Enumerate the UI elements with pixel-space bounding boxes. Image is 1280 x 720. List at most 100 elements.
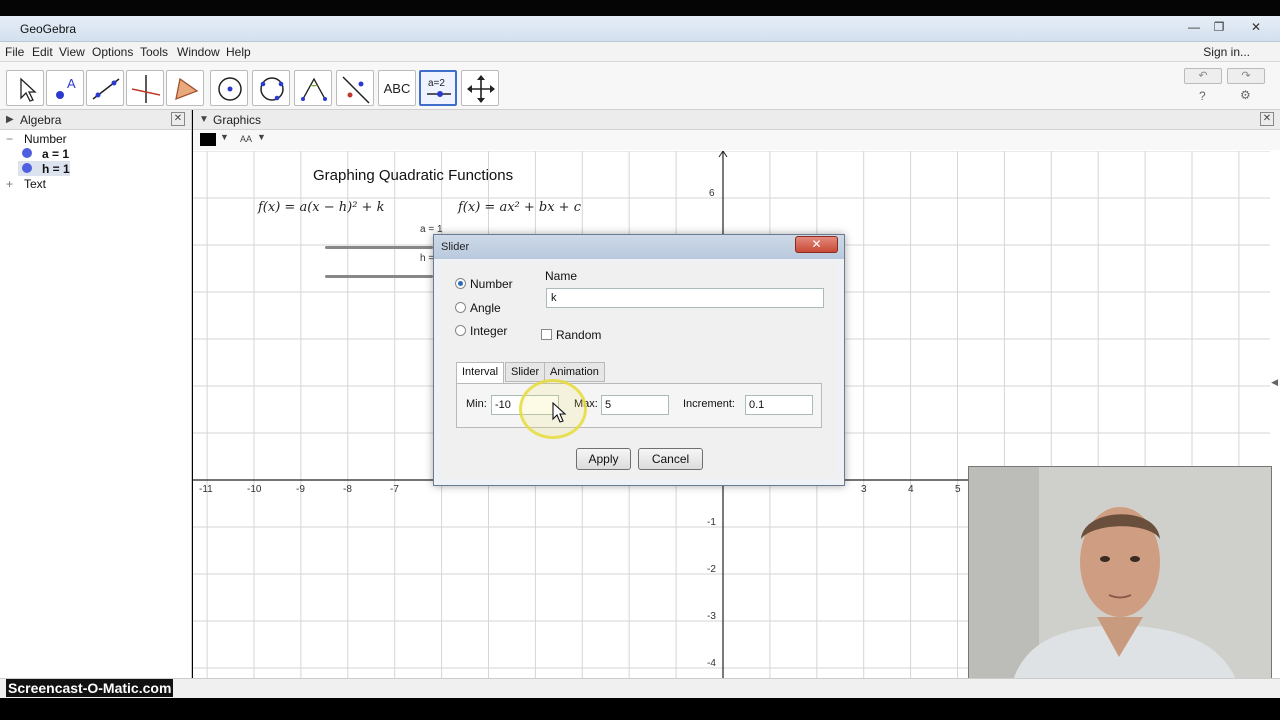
circle-points-icon — [260, 77, 284, 101]
algebra-panel: ▶ Algebra ✕ − Number a = 1 h = 1 + Text — [0, 110, 192, 678]
cursor-arrow-icon — [20, 77, 37, 102]
close-graphics-icon[interactable]: ✕ — [1260, 112, 1274, 126]
algebra-header: ▶ Algebra ✕ — [0, 110, 191, 130]
max-input[interactable]: 5 — [601, 395, 669, 415]
type-number-label: Number — [470, 277, 513, 291]
algebra-item-h[interactable]: h = 1 — [42, 162, 70, 176]
reflect-icon — [342, 76, 370, 104]
minimize-button[interactable]: — — [1182, 18, 1206, 36]
tree-expand-icon[interactable]: + — [6, 177, 13, 191]
menu-tools[interactable]: Tools — [140, 45, 168, 59]
visibility-dot-icon[interactable] — [22, 148, 32, 158]
y-tick-label: 6 — [709, 188, 715, 199]
redo-button[interactable]: ↷ — [1227, 68, 1265, 84]
x-tick-label: -9 — [296, 484, 305, 495]
y-tick-label: -2 — [707, 564, 716, 575]
radio-angle[interactable] — [455, 302, 466, 313]
increment-input[interactable]: 0.1 — [745, 395, 813, 415]
radio-integer[interactable] — [455, 325, 466, 336]
graphics-style-bar: ▼ AA ▼ — [193, 130, 1280, 150]
menu-help[interactable]: Help — [226, 45, 251, 59]
slider-a-track[interactable] — [325, 246, 433, 249]
x-tick-label: 5 — [955, 484, 961, 495]
line-tool[interactable] — [86, 70, 124, 106]
min-label: Min: — [466, 398, 487, 410]
dropdown-arrow-icon[interactable]: ▼ — [257, 132, 266, 142]
slider-dialog: Slider ✕ Number Angle Integer Name k Ran… — [433, 234, 845, 486]
close-algebra-icon[interactable]: ✕ — [171, 112, 185, 126]
panel-resize-icon[interactable]: ◀ — [1271, 377, 1278, 388]
mouse-pointer-icon — [552, 402, 567, 423]
maximize-button[interactable]: ❐ — [1207, 18, 1231, 36]
window-title: GeoGebra — [20, 22, 77, 36]
collapse-triangle-icon[interactable]: ▶ — [6, 114, 14, 125]
radio-number[interactable] — [455, 278, 466, 289]
polygon-icon — [175, 77, 199, 101]
recorder-bottom-bar — [0, 698, 1280, 720]
tab-slider[interactable]: Slider — [505, 362, 546, 382]
dialog-tabs: Interval Slider Animation — [456, 362, 822, 384]
point-icon: A — [56, 76, 76, 99]
x-tick-label: -7 — [390, 484, 399, 495]
circle-icon — [218, 77, 242, 101]
help-icon[interactable]: ? — [1199, 89, 1206, 103]
angle-tool[interactable] — [294, 70, 332, 106]
dropdown-arrow-icon[interactable]: ▼ — [220, 132, 229, 142]
name-input[interactable]: k — [546, 288, 824, 308]
name-label: Name — [545, 269, 578, 283]
standard-form-formula: f(x) = ax² + bx + c — [458, 200, 581, 215]
algebra-group-text: Text — [24, 177, 47, 191]
perpendicular-line-tool[interactable] — [126, 70, 164, 106]
reflect-tool[interactable] — [336, 70, 374, 106]
type-integer-label: Integer — [470, 324, 508, 338]
tab-interval[interactable]: Interval — [456, 362, 505, 383]
svg-text:A: A — [67, 76, 76, 91]
dialog-body: Number Angle Integer Name k Random Inter… — [440, 261, 838, 479]
menu-file[interactable]: File — [5, 45, 24, 59]
menu-bar: File Edit View Options Tools Window Help… — [0, 42, 1280, 62]
visibility-dot-icon[interactable] — [22, 163, 32, 173]
menu-edit[interactable]: Edit — [32, 45, 53, 59]
settings-icon[interactable]: ⚙ — [1240, 88, 1251, 102]
circle-tool[interactable] — [210, 70, 248, 106]
cancel-button[interactable]: Cancel — [638, 448, 703, 470]
sign-in-link[interactable]: Sign in... — [1203, 45, 1250, 59]
menu-options[interactable]: Options — [92, 45, 133, 59]
graphics-title: Graphics — [213, 113, 262, 127]
x-tick-label: -11 — [199, 484, 213, 495]
color-swatch[interactable] — [200, 133, 216, 146]
close-window-button[interactable]: ✕ — [1244, 18, 1268, 36]
tree-collapse-icon[interactable]: − — [6, 132, 13, 146]
undo-button[interactable]: ↶ — [1184, 68, 1222, 84]
algebra-title: Algebra — [20, 113, 62, 127]
x-tick-label: 3 — [861, 484, 867, 495]
svg-text:a=2: a=2 — [428, 78, 445, 89]
apply-button[interactable]: Apply — [576, 448, 631, 470]
polygon-tool[interactable] — [166, 70, 204, 106]
slider-tool[interactable]: a=2 — [419, 70, 457, 106]
y-tick-label: -3 — [707, 611, 716, 622]
random-checkbox[interactable] — [541, 329, 552, 340]
slider-h-track[interactable] — [325, 275, 433, 278]
dialog-titlebar: Slider ✕ — [434, 235, 844, 259]
x-tick-label: -10 — [247, 484, 262, 495]
algebra-item-a[interactable]: a = 1 — [42, 147, 69, 161]
point-tool[interactable]: A — [46, 70, 84, 106]
dialog-title: Slider — [441, 241, 470, 253]
circle-through-points-tool[interactable] — [252, 70, 290, 106]
random-label: Random — [556, 328, 602, 342]
menu-window[interactable]: Window — [177, 45, 220, 59]
graphics-header: ▼ Graphics ✕ — [193, 110, 1280, 130]
presenter-video — [969, 467, 1271, 693]
font-size-button[interactable]: AA — [240, 134, 252, 144]
text-tool[interactable]: ABC — [378, 70, 416, 106]
webcam-overlay — [968, 466, 1272, 694]
collapse-triangle-icon[interactable]: ▼ — [199, 114, 209, 125]
y-tick-label: -4 — [707, 658, 716, 669]
move-tool[interactable] — [6, 70, 44, 106]
menu-view[interactable]: View — [59, 45, 85, 59]
move-graphics-tool[interactable] — [461, 70, 499, 106]
status-bar — [0, 678, 1280, 698]
perpendicular-icon — [131, 75, 161, 103]
dialog-close-button[interactable]: ✕ — [795, 236, 838, 253]
